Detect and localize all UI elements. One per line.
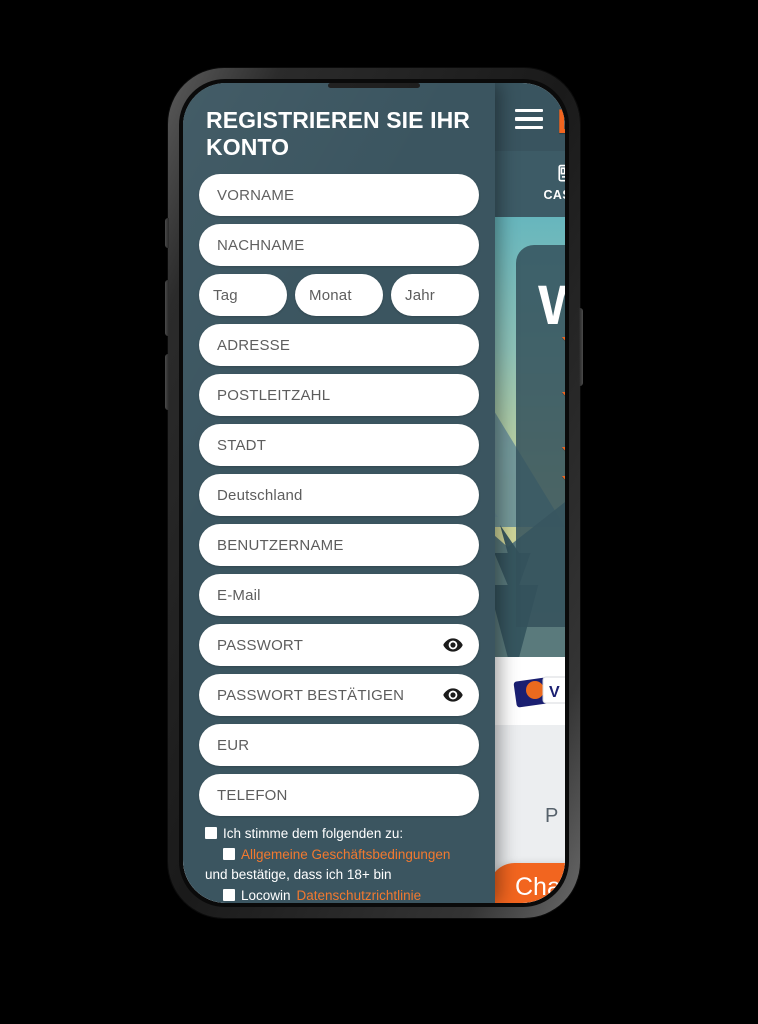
- terms-conditions-row[interactable]: Allgemeine Geschäftsbedingungen: [205, 845, 479, 866]
- password-placeholder: PASSWORT: [217, 636, 304, 654]
- currency-value: EUR: [217, 736, 250, 754]
- city-input[interactable]: STADT: [199, 424, 479, 467]
- phone-earpiece-speaker: [328, 83, 420, 88]
- hamburger-menu-icon[interactable]: [515, 109, 543, 129]
- currency-select[interactable]: EUR: [199, 724, 479, 767]
- terms-section: Ich stimme dem folgenden zu: Allgemeine …: [199, 824, 479, 903]
- privacy-policy-checkbox[interactable]: [223, 888, 235, 901]
- registration-modal: REGISTRIEREN SIE IHR KONTO VORNAME NACHN…: [183, 83, 495, 903]
- postal-code-placeholder: POSTLEITZAHL: [217, 386, 331, 404]
- age-confirm-label: und bestätige, dass ich 18+ bin: [205, 867, 392, 883]
- birth-year-placeholder: Jahr: [405, 286, 435, 304]
- terms-agree-row[interactable]: Ich stimme dem folgenden zu:: [205, 824, 479, 845]
- phone-placeholder: TELEFON: [217, 786, 288, 804]
- email-input[interactable]: E-Mail: [199, 574, 479, 617]
- phone-device-frame: L CASINO: [165, 68, 583, 918]
- phone-mute-switch[interactable]: [165, 218, 169, 248]
- privacy-policy-link[interactable]: Datenschutzrichtlinie: [297, 886, 422, 903]
- postal-code-input[interactable]: POSTLEITZAHL: [199, 374, 479, 417]
- chevron-group: [562, 337, 565, 531]
- last-name-input[interactable]: NACHNAME: [199, 224, 479, 267]
- footer-text-fragment: P: [545, 805, 559, 827]
- svg-text:V: V: [549, 684, 560, 701]
- privacy-policy-row[interactable]: Locowin Datenschutzrichtlinie: [205, 886, 479, 903]
- chevron-down-icon: [562, 476, 565, 489]
- slot-machine-icon: [558, 164, 565, 182]
- address-placeholder: ADRESSE: [217, 336, 291, 354]
- nav-item-casino-label: CASINO: [543, 188, 565, 202]
- phone-volume-down-button[interactable]: [165, 354, 169, 410]
- phone-bezel: L CASINO: [179, 79, 569, 907]
- screenshot-canvas: L CASINO: [0, 0, 758, 1024]
- chevron-down-icon: [562, 337, 565, 350]
- birth-day-placeholder: Tag: [213, 286, 238, 304]
- last-name-placeholder: NACHNAME: [217, 236, 305, 254]
- birthdate-row: Tag Monat Jahr: [199, 274, 479, 317]
- page-title: REGISTRIEREN SIE IHR KONTO: [206, 107, 470, 160]
- terms-conditions-checkbox[interactable]: [223, 847, 235, 860]
- phone-volume-up-button[interactable]: [165, 280, 169, 336]
- terms-agree-checkbox[interactable]: [205, 827, 217, 840]
- phone-screen: L CASINO: [183, 83, 565, 903]
- birth-month-placeholder: Monat: [309, 286, 352, 304]
- payment-cards-icon: V: [513, 676, 565, 708]
- nav-item-casino[interactable]: CASINO: [523, 159, 565, 202]
- eye-icon[interactable]: [443, 638, 463, 653]
- country-select[interactable]: Deutschland: [199, 474, 479, 517]
- hero-promo-card: W: [516, 245, 565, 627]
- username-input[interactable]: BENUTZERNAME: [199, 524, 479, 567]
- eye-icon[interactable]: [443, 688, 463, 703]
- password-input[interactable]: PASSWORT: [199, 624, 479, 667]
- hero-headline: W: [538, 273, 565, 336]
- first-name-input[interactable]: VORNAME: [199, 174, 479, 217]
- email-placeholder: E-Mail: [217, 586, 261, 604]
- password-confirm-input[interactable]: PASSWORT BESTÄTIGEN: [199, 674, 479, 717]
- birth-year-input[interactable]: Jahr: [391, 274, 479, 317]
- chat-button[interactable]: Chat: [489, 863, 565, 903]
- phone-input[interactable]: TELEFON: [199, 774, 479, 817]
- terms-agree-label: Ich stimme dem folgenden zu:: [223, 826, 404, 842]
- brand-logo[interactable]: L: [557, 105, 565, 139]
- username-placeholder: BENUTZERNAME: [217, 536, 344, 554]
- city-placeholder: STADT: [217, 436, 267, 454]
- terms-conditions-link[interactable]: Allgemeine Geschäftsbedingungen: [241, 845, 450, 866]
- password-confirm-placeholder: PASSWORT BESTÄTIGEN: [217, 686, 405, 704]
- privacy-policy-prefix: Locowin: [241, 887, 291, 903]
- first-name-placeholder: VORNAME: [217, 186, 295, 204]
- chevron-down-icon: [562, 392, 565, 405]
- chevron-down-icon: [562, 447, 565, 460]
- phone-power-button[interactable]: [579, 308, 583, 386]
- country-value: Deutschland: [217, 486, 303, 504]
- birth-day-input[interactable]: Tag: [199, 274, 287, 317]
- address-input[interactable]: ADRESSE: [199, 324, 479, 367]
- birth-month-input[interactable]: Monat: [295, 274, 383, 317]
- age-confirm-text-row: und bestätige, dass ich 18+ bin: [205, 865, 479, 886]
